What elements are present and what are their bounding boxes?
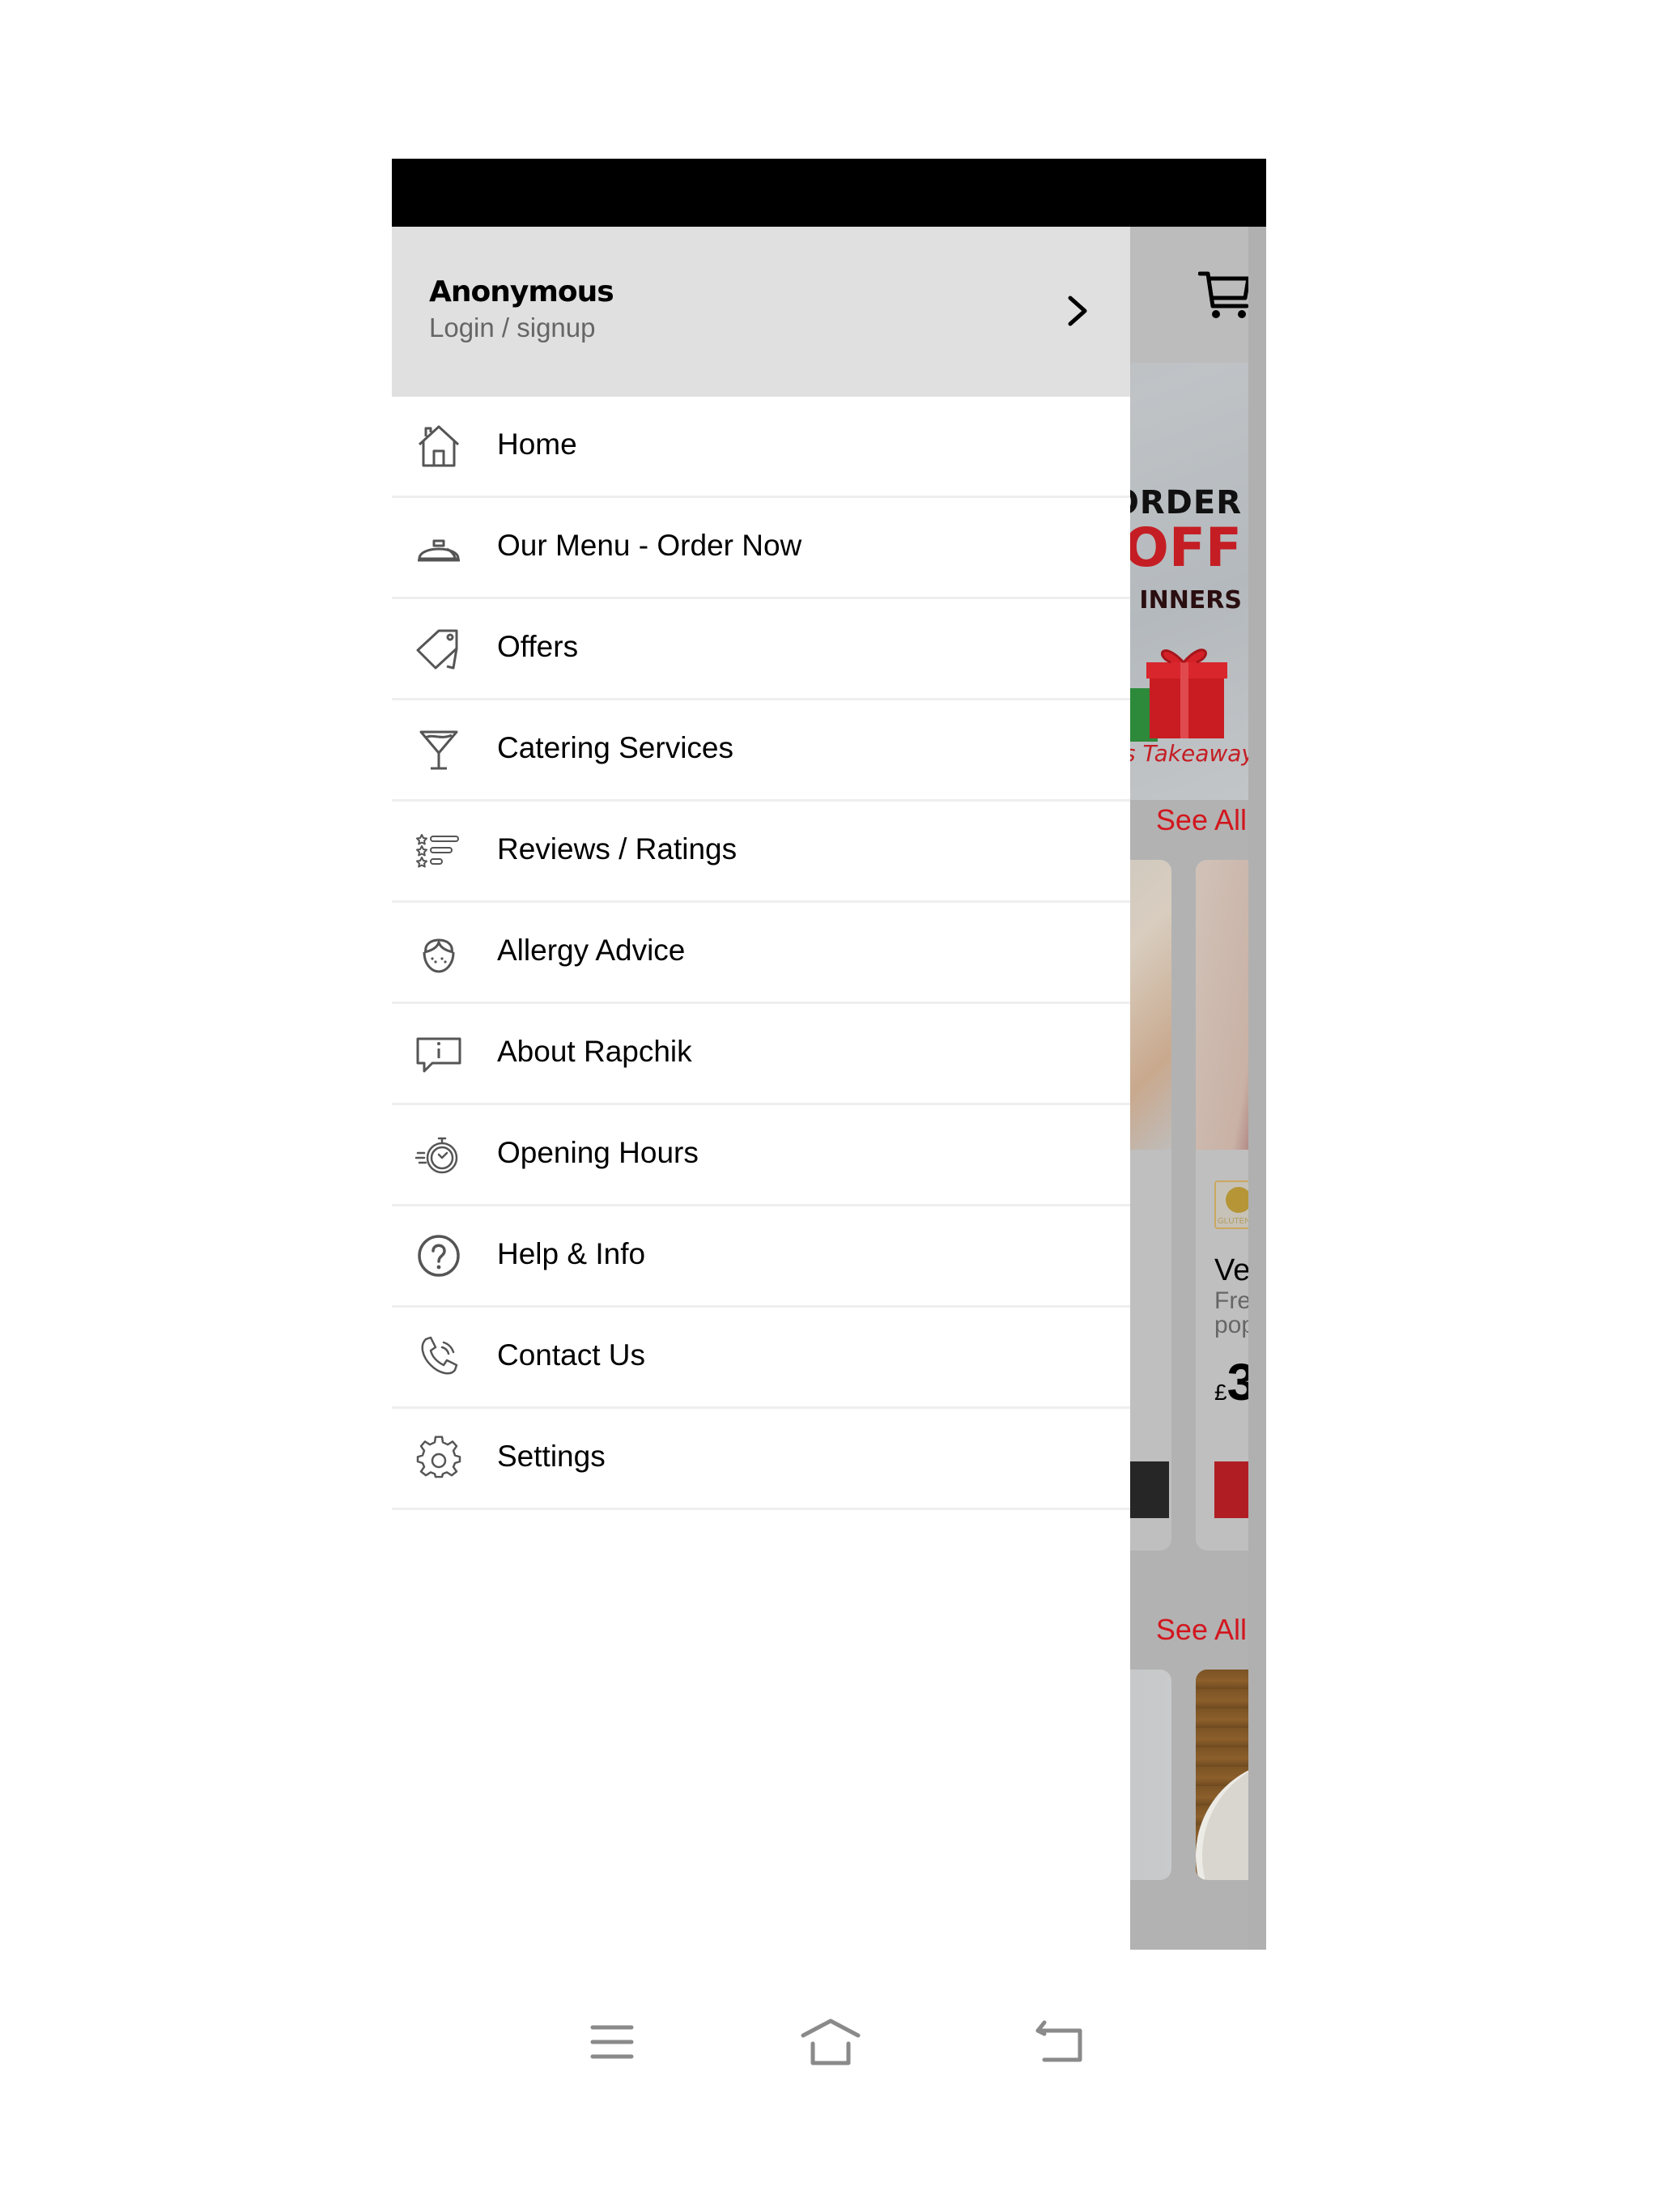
currency-symbol: £ <box>1214 1380 1227 1405</box>
login-signup-link[interactable]: Login / signup <box>429 313 596 343</box>
menu-item-label: Allergy Advice <box>497 934 686 967</box>
phone-call-icon <box>414 1333 463 1381</box>
menu-item-help-info[interactable]: Help & Info <box>392 1206 1130 1308</box>
gift-box-icon <box>1130 649 1227 742</box>
menu-item-settings[interactable]: Settings <box>392 1409 1130 1510</box>
menu-item-label: About Rapchik <box>497 1035 692 1068</box>
home-icon <box>414 422 463 470</box>
scroll-gutter <box>1248 227 1266 1950</box>
face-allergy-icon <box>414 928 463 976</box>
see-all-link[interactable]: See All <box>1156 803 1247 837</box>
banner-text-takeaway: s Takeaway <box>1123 740 1255 767</box>
question-circle-icon <box>414 1231 463 1280</box>
badge-label: GLUTEN <box>1218 1217 1251 1226</box>
menu-item-home[interactable]: Home <box>392 397 1130 498</box>
banner-text-dinners: INNERS <box>1139 586 1242 615</box>
see-all-link[interactable]: See All <box>1156 1613 1247 1647</box>
menu-item-label: Opening Hours <box>497 1136 699 1169</box>
recent-apps-button[interactable] <box>588 2018 636 2066</box>
banner-text-off: OFF <box>1123 517 1242 579</box>
menu-item-about[interactable]: About Rapchik <box>392 1004 1130 1105</box>
menu-item-label: Help & Info <box>497 1237 646 1270</box>
navigation-drawer: Anonymous Login / signup Home Our Menu -… <box>392 227 1130 1950</box>
user-name: Anonymous <box>429 275 614 308</box>
menu-item-opening-hours[interactable]: Opening Hours <box>392 1105 1130 1206</box>
menu-item-reviews-ratings[interactable]: Reviews / Ratings <box>392 802 1130 903</box>
cart-icon[interactable] <box>1198 270 1252 319</box>
menu-item-label: Settings <box>497 1440 606 1473</box>
home-button[interactable] <box>800 2018 861 2069</box>
status-bar <box>392 159 1266 227</box>
back-button[interactable] <box>1033 2018 1085 2066</box>
cocktail-icon <box>414 725 463 774</box>
menu-item-offers[interactable]: Offers <box>392 599 1130 700</box>
menu-item-label: Our Menu - Order Now <box>497 529 802 562</box>
drawer-menu-list: Home Our Menu - Order Now Offers Caterin… <box>392 397 1130 1510</box>
stopwatch-icon <box>414 1130 463 1179</box>
gear-icon <box>414 1434 463 1482</box>
menu-item-allergy-advice[interactable]: Allergy Advice <box>392 903 1130 1004</box>
phone-screen: ORDER OFF INNERS s Takeaway See All lo- … <box>392 159 1266 1950</box>
menu-item-catering-services[interactable]: Catering Services <box>392 700 1130 802</box>
menu-item-contact-us[interactable]: Contact Us <box>392 1308 1130 1409</box>
chevron-right-icon[interactable] <box>1064 293 1091 329</box>
menu-item-label: Reviews / Ratings <box>497 832 738 866</box>
menu-item-label: Home <box>497 428 577 461</box>
cloche-icon <box>414 523 463 572</box>
info-chat-icon <box>414 1029 463 1078</box>
menu-item-label: Contact Us <box>497 1338 646 1372</box>
menu-item-our-menu[interactable]: Our Menu - Order Now <box>392 498 1130 599</box>
tag-icon <box>414 624 463 673</box>
user-profile-header[interactable]: Anonymous Login / signup <box>392 227 1130 397</box>
menu-item-label: Offers <box>497 630 579 663</box>
menu-item-label: Catering Services <box>497 731 734 764</box>
star-rating-list-icon <box>414 827 463 875</box>
